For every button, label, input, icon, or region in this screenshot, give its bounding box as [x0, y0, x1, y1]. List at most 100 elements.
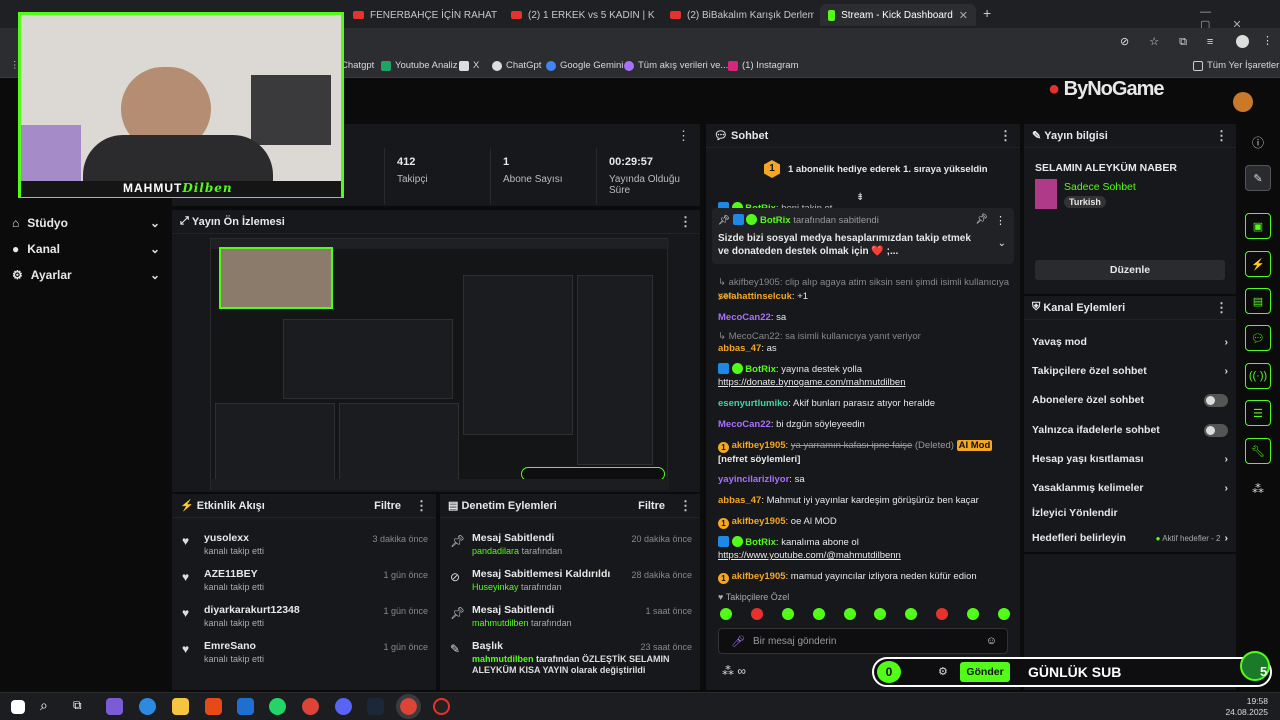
action-followers-only[interactable]: Takipçilere özel sohbet ›	[1032, 361, 1228, 381]
more-icon[interactable]: ⋮	[999, 129, 1012, 142]
bookmark-all[interactable]: Tüm Yer İşaretleri	[1193, 60, 1280, 71]
pinned-message[interactable]: 📌︎ BotRix tarafından sabitlendi 📌︎ ⋮ Siz…	[712, 208, 1014, 264]
preview-activity	[215, 403, 335, 483]
action-banned-words[interactable]: Yasaklanmış kelimeler ›	[1032, 478, 1228, 498]
tab-kick-dashboard[interactable]: Stream - Kick Dashboard ✕	[820, 4, 976, 26]
category-name[interactable]: Sadece Sohbet	[1064, 181, 1136, 193]
stat-subscribers: 1 Abone Sayısı	[490, 148, 596, 204]
youtube-link[interactable]: https://www.youtube.com/@mahmutdilbenn	[718, 550, 901, 561]
task-view-icon[interactable]: ⧉	[73, 698, 82, 713]
moderation-filter-button[interactable]: Filtre	[638, 500, 665, 512]
broadcast-rail-button[interactable]: ((·))	[1245, 363, 1271, 389]
webcam-background-monitor	[251, 75, 331, 145]
copilot-icon[interactable]	[106, 698, 123, 715]
preview-webcam	[219, 247, 333, 309]
emoji-icon[interactable]: ☺	[986, 635, 997, 647]
bolt-rail-button[interactable]: ⚡	[1245, 251, 1271, 277]
nav-settings[interactable]: ⚙ Ayarlar ⌄	[12, 268, 160, 282]
action-subscribers-only[interactable]: Abonelere özel sohbet	[1032, 390, 1228, 410]
menu-icon[interactable]: ⋮	[1262, 34, 1273, 47]
points-icon[interactable]: ⁂ ∞	[722, 664, 746, 678]
more-icon[interactable]: ⋮	[995, 214, 1006, 227]
more-icon[interactable]: ⋮	[677, 129, 690, 142]
layout-rail-button[interactable]: ▣	[1245, 213, 1271, 239]
toolbar-icons[interactable]: ⊘☆⧉≡	[1120, 35, 1233, 49]
bookmark-gemini[interactable]: Google Gemini	[546, 60, 623, 71]
emote-bar[interactable]	[720, 608, 1010, 620]
steam-icon[interactable]	[367, 698, 384, 715]
chevron-right-icon: ›	[1224, 336, 1229, 348]
obs-icon[interactable]	[433, 698, 450, 715]
whatsapp-icon[interactable]	[269, 698, 286, 715]
edge-icon[interactable]	[139, 698, 156, 715]
heart-icon: ♥	[182, 570, 190, 584]
tab-bibakalim[interactable]: (2) BiBakalım Karışık Derleme #✕	[662, 4, 814, 26]
more-icon[interactable]: ⋮	[679, 499, 692, 512]
office-icon[interactable]	[205, 698, 222, 715]
chat-rail-button[interactable]: 💬︎	[1245, 325, 1271, 351]
search-icon[interactable]: ⌕	[40, 697, 48, 714]
community-icon[interactable]: ⁂	[1252, 482, 1264, 496]
instagram-icon	[728, 60, 738, 71]
tag-badge: Turkish	[1064, 196, 1106, 208]
new-tab-button[interactable]: +	[983, 5, 991, 21]
pinned-text: Sizde bizi sosyal medya hesaplarımızdan …	[718, 233, 971, 257]
chrome-active-icon[interactable]	[396, 694, 421, 719]
nav-channel[interactable]: ● Kanal ⌄	[12, 242, 160, 256]
info-icon[interactable]: ⓘ	[1252, 134, 1264, 151]
action-emotes-only[interactable]: Yalnızca ifadelerle sohbet	[1032, 420, 1228, 440]
edit-rail-button[interactable]: ✎	[1245, 165, 1271, 191]
more-icon[interactable]: ⋮	[1215, 301, 1228, 314]
google-icon	[546, 60, 556, 71]
preview-right	[577, 275, 653, 465]
bookmark-x[interactable]: X	[459, 60, 479, 71]
more-icon[interactable]: ⋮	[415, 499, 428, 512]
webcam-overlay: MAHMUTDilben	[18, 12, 344, 198]
tab-fenerbahce[interactable]: FENERBAHÇE İÇİN RAHAT GALİ✕	[345, 4, 497, 26]
unpin-icon: ⊘	[450, 570, 461, 584]
chevron-right-icon: ›	[1224, 532, 1229, 544]
bookmark-chatgpt[interactable]: Chatgpt	[341, 60, 374, 71]
chrome-icon[interactable]	[302, 698, 319, 715]
activity-filter-button[interactable]: Filtre	[374, 500, 401, 512]
heart-icon: ♥	[182, 642, 190, 656]
twitch-icon	[624, 60, 634, 71]
tab-erkek-kadin[interactable]: (2) 1 ERKEK vs 5 KADIN | KIYAFE✕	[503, 4, 655, 26]
explorer-icon[interactable]	[172, 698, 189, 715]
donate-link[interactable]: https://donate.bynogame.com/mahmutdilben	[718, 377, 905, 388]
outlook-icon[interactable]	[237, 698, 254, 715]
chevron-down-icon[interactable]: ⌄	[998, 238, 1006, 249]
more-icon[interactable]: ⋮	[679, 215, 692, 228]
action-host[interactable]: İzleyici Yönlendir	[1032, 503, 1228, 523]
toggle-switch[interactable]	[1204, 393, 1228, 407]
wrench-rail-button[interactable]: 🔧︎	[1245, 438, 1271, 464]
bookmark-instagram[interactable]: (1) Instagram	[728, 60, 799, 71]
stream-preview-video[interactable]	[210, 238, 669, 490]
doc-rail-button[interactable]: ▤	[1245, 288, 1271, 314]
nav-studio[interactable]: ⌂ Stüdyo ⌄	[12, 216, 160, 230]
more-icon[interactable]: ⋮	[1215, 129, 1228, 142]
send-button[interactable]: Gönder	[960, 662, 1010, 682]
bookmark-akis-verileri[interactable]: Tüm akış verileri ve...	[624, 60, 728, 71]
profile-avatar[interactable]	[1236, 35, 1249, 48]
chat-input[interactable]: 🎤︎ Bir mesaj gönderin ☺	[718, 628, 1008, 654]
expand-icon[interactable]: ⤢	[180, 215, 189, 228]
preview-taskbar	[211, 479, 669, 490]
moderation-item: ⊘ Mesaj Sabitlemesi Kaldırıldı Huseyinkay …	[450, 568, 692, 592]
edit-button[interactable]: Düzenle	[1035, 260, 1225, 280]
bookmark-youtube-analiz[interactable]: Youtube Analiz	[381, 60, 458, 71]
windows-start-icon[interactable]	[11, 700, 25, 714]
bookmark-chatgpt-2[interactable]: ChatGpt	[492, 60, 541, 71]
toggle-switch[interactable]	[1204, 423, 1228, 437]
close-tab-icon[interactable]: ✕	[959, 9, 968, 22]
discord-icon[interactable]	[335, 698, 352, 715]
action-slow-mode[interactable]: Yavaş mod ›	[1032, 332, 1228, 352]
gear-icon[interactable]: ⚙	[938, 665, 948, 678]
user-avatar[interactable]	[1233, 92, 1253, 112]
action-goals[interactable]: Hedefleri belirleyin ● Aktif hedefler - 2…	[1032, 528, 1228, 548]
stack-rail-button[interactable]: ☰	[1245, 400, 1271, 426]
unpin-icon[interactable]: 📌︎	[975, 214, 988, 225]
user-icon: ●	[12, 242, 20, 256]
action-account-age[interactable]: Hesap yaşı kısıtlaması ›	[1032, 449, 1228, 469]
mic-icon[interactable]: 🎤︎	[731, 635, 745, 648]
